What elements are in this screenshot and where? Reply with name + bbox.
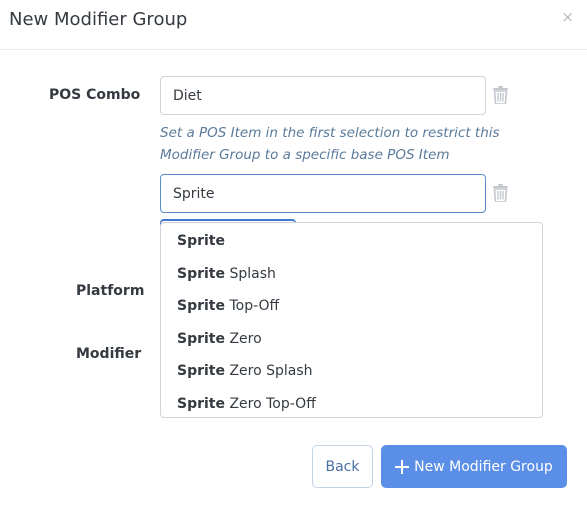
- dropdown-option[interactable]: Sprite: [161, 225, 542, 258]
- pos-combo-input-1[interactable]: [160, 76, 486, 115]
- new-modifier-group-button-label: New Modifier Group: [414, 458, 553, 475]
- dropdown-option-match: Sprite: [177, 233, 225, 249]
- dropdown-option-rest: Zero: [225, 330, 262, 347]
- new-modifier-group-modal: New Modifier Group × POS Combo Set a POS…: [0, 0, 587, 509]
- pos-combo-help-text: Set a POS Item in the first selection to…: [160, 125, 500, 163]
- platform-label: Platform: [76, 283, 145, 299]
- modifier-label: Modifier: [76, 346, 142, 362]
- dropdown-option-rest: Zero Top-Off: [225, 395, 316, 412]
- dropdown-option-match: Sprite: [177, 330, 225, 347]
- trash-icon[interactable]: [492, 86, 509, 105]
- dropdown-option[interactable]: Sprite Splash: [161, 258, 542, 291]
- dropdown-option[interactable]: Sprite Top-Off: [161, 290, 542, 323]
- dropdown-option[interactable]: Sprite Zero Top-Off: [161, 388, 542, 421]
- plus-icon: [395, 459, 410, 474]
- back-button[interactable]: Back: [312, 445, 373, 488]
- modal-header: New Modifier Group ×: [0, 0, 587, 50]
- dropdown-option[interactable]: Sprite Zero Splash: [161, 355, 542, 388]
- dropdown-option-match: Sprite: [177, 395, 225, 412]
- dropdown-option-match: Sprite: [177, 363, 225, 379]
- new-modifier-group-button[interactable]: New Modifier Group: [381, 445, 567, 488]
- dropdown-option-rest: Zero Splash: [225, 363, 313, 379]
- dropdown-option-rest: Splash: [225, 265, 276, 282]
- close-icon[interactable]: ×: [561, 10, 574, 25]
- pos-combo-label: POS Combo: [49, 87, 141, 103]
- dropdown-option-match: Sprite: [177, 298, 225, 314]
- dropdown-option[interactable]: Sprite Zero: [161, 323, 542, 356]
- back-button-label: Back: [325, 458, 360, 475]
- dropdown-option-rest: Top-Off: [225, 298, 280, 314]
- trash-icon[interactable]: [492, 184, 509, 203]
- pos-combo-input-2[interactable]: [160, 174, 486, 213]
- modal-title: New Modifier Group: [9, 9, 188, 30]
- dropdown-option-match: Sprite: [177, 265, 225, 282]
- pos-item-autocomplete-dropdown: Sprite Sprite Splash Sprite Top-Off Sprite …: [160, 222, 543, 418]
